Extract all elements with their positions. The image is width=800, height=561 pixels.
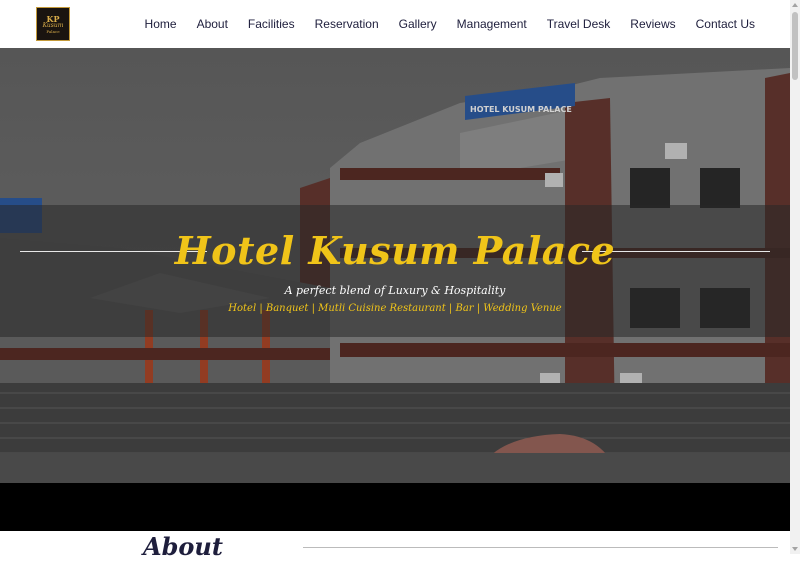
- nav-gallery[interactable]: Gallery: [399, 17, 437, 31]
- logo-sub: Palace: [46, 28, 60, 34]
- hero-services: Hotel | Banquet | Mutli Cuisine Restaura…: [228, 303, 562, 314]
- nav-contact-us[interactable]: Contact Us: [696, 17, 755, 31]
- nav-travel-desk[interactable]: Travel Desk: [547, 17, 611, 31]
- nav-reservation[interactable]: Reservation: [315, 17, 379, 31]
- page-scrollbar[interactable]: [790, 0, 800, 554]
- scroll-down-arrow-icon[interactable]: [792, 547, 798, 551]
- top-navbar: KP Kusum Palace Home About Facilities Re…: [0, 0, 790, 48]
- main-nav: Home About Facilities Reservation Galler…: [125, 0, 755, 48]
- scroll-thumb[interactable]: [792, 12, 798, 80]
- about-divider: [303, 547, 778, 548]
- nav-management[interactable]: Management: [457, 17, 527, 31]
- hero-banner: HOTEL KUSUM PALACE Hotel Kusum Palace A …: [0, 48, 790, 483]
- nav-facilities[interactable]: Facilities: [248, 17, 295, 31]
- hotel-logo[interactable]: KP Kusum Palace: [36, 7, 70, 41]
- hero-title: Hotel Kusum Palace: [174, 228, 616, 273]
- nav-about[interactable]: About: [197, 17, 228, 31]
- nav-reviews[interactable]: Reviews: [630, 17, 675, 31]
- black-strip: [0, 483, 790, 531]
- nav-home[interactable]: Home: [145, 17, 177, 31]
- hero-tagline: A perfect blend of Luxury & Hospitality: [284, 284, 506, 297]
- scroll-up-arrow-icon[interactable]: [792, 3, 798, 7]
- about-heading: About: [143, 532, 223, 561]
